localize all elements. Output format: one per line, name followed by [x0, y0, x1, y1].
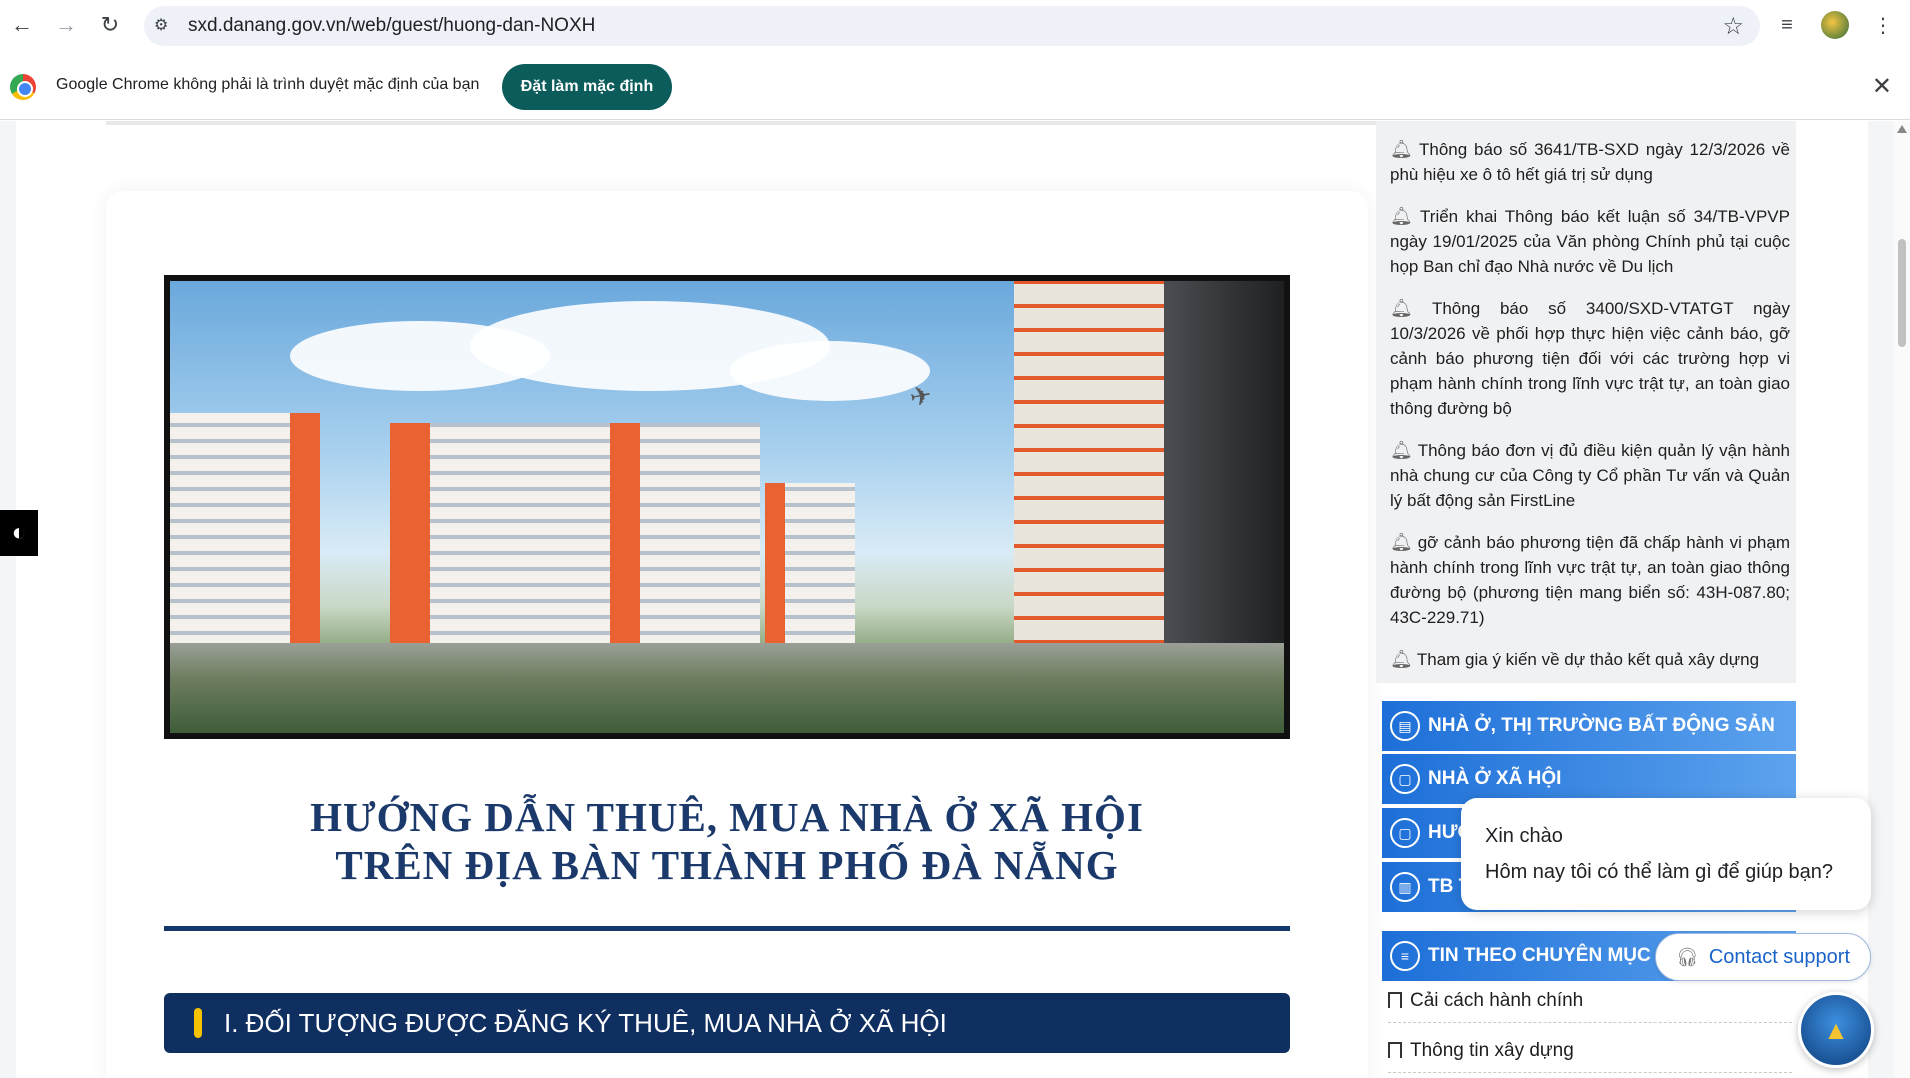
page-title: HƯỚNG DẪN THUÊ, MUA NHÀ Ở XÃ HỘI TRÊN ĐỊ…	[164, 793, 1290, 889]
bell-icon: 🔔︎	[1390, 206, 1417, 226]
chat-greeting-bubble[interactable]: Xin chào Hôm nay tôi có thể làm gì để gi…	[1461, 798, 1871, 910]
profile-avatar[interactable]	[1818, 8, 1852, 42]
set-default-button[interactable]: Đặt làm mặc định	[502, 64, 672, 110]
forward-icon: →	[55, 12, 77, 37]
notice-item[interactable]: 🔔︎ gỡ cảnh báo phương tiện đã chấp hành v…	[1390, 530, 1790, 630]
bookmark-icon	[1388, 992, 1402, 1008]
bell-icon: 🔔︎	[1390, 649, 1413, 669]
notice-list: 🔔︎ Thông báo số 3641/TB-SXD ngày 12/3/202…	[1390, 137, 1790, 683]
infobar-close-icon[interactable]: ✕	[1872, 72, 1892, 101]
hero-image-frame: ✈	[164, 275, 1290, 739]
back-button[interactable]: ←	[0, 3, 44, 47]
page-scrollbar[interactable]	[1894, 121, 1910, 1078]
folder-icon: ▢	[1390, 764, 1420, 794]
notice-item[interactable]: 🔔︎ Thông báo số 3641/TB-SXD ngày 12/3/202…	[1390, 137, 1790, 187]
infobar-message: Google Chrome không phải là trình duyệt …	[56, 76, 480, 93]
chatbot-logo-icon: ▲	[1823, 1014, 1849, 1045]
cloud	[730, 341, 930, 401]
bell-icon: 🔔︎	[1390, 440, 1414, 460]
building	[390, 423, 760, 663]
address-bar[interactable]: ⚙ sxd.danang.gov.vn/web/guest/huong-dan-…	[144, 6, 1760, 46]
url-text: sxd.danang.gov.vn/web/guest/huong-dan-NO…	[188, 15, 596, 36]
bookmark-star-icon[interactable]: ☆	[1722, 12, 1744, 41]
reload-icon: ↻	[100, 12, 120, 37]
airplane-icon: ✈	[907, 379, 935, 413]
notice-item[interactable]: 🔔︎ Thông báo đơn vị đủ điều kiện quản lý …	[1390, 438, 1790, 513]
bell-icon: 🔔︎	[1390, 298, 1428, 318]
notice-item[interactable]: 🔔︎ Tham gia ý kiến về dự thảo kết quả xây…	[1390, 647, 1790, 672]
notice-item[interactable]: 🔔︎ Thông báo số 3400/SXD-VTATGT ngày 10/3…	[1390, 296, 1790, 421]
chrome-logo-icon	[10, 74, 36, 100]
list-icon: ≡	[1390, 941, 1420, 971]
section-header: I. ĐỐI TƯỢNG ĐƯỢC ĐĂNG KÝ THUÊ, MUA NHÀ …	[164, 993, 1290, 1053]
browser-toolbar: ← → ↻ ⚙ sxd.danang.gov.vn/web/guest/huon…	[0, 0, 1910, 50]
scroll-up-arrow-icon[interactable]	[1897, 125, 1907, 133]
building	[1014, 281, 1164, 688]
bookmark-icon	[1388, 1042, 1402, 1058]
contact-support-button[interactable]: 🎧︎ Contact support	[1655, 933, 1871, 981]
reading-list-icon[interactable]: ≡	[1770, 8, 1804, 42]
building	[170, 413, 320, 663]
contrast-toggle-icon[interactable]: ◐	[0, 510, 38, 556]
chat-greeting: Xin chào	[1485, 825, 1563, 847]
bell-icon: 🔔︎	[1390, 139, 1415, 159]
folder-icon: ▢	[1390, 818, 1420, 848]
chatbot-launcher[interactable]: ▲	[1798, 992, 1874, 1068]
section-title: I. ĐỐI TƯỢNG ĐƯỢC ĐĂNG KÝ THUÊ, MUA NHÀ …	[224, 1007, 947, 1038]
category-link[interactable]: Cải cách hành chính	[1388, 990, 1792, 1023]
menu-social-housing[interactable]: ▢ NHÀ Ở XÃ HỘI	[1382, 754, 1796, 804]
back-icon: ←	[11, 12, 33, 37]
title-line-2: TRÊN ĐỊA BÀN THÀNH PHỐ ĐÀ NẴNG	[335, 842, 1119, 888]
bell-icon: 🔔︎	[1390, 532, 1414, 552]
chrome-menu-icon[interactable]: ⋮	[1866, 8, 1900, 42]
avatar	[1821, 11, 1849, 39]
category-link[interactable]: Thông tin xây dựng	[1388, 1040, 1792, 1073]
title-divider	[164, 926, 1290, 931]
title-line-1: HƯỚNG DẪN THUÊ, MUA NHÀ Ở XÃ HỘI	[310, 794, 1144, 840]
toolbar-actions: ≡ ⋮	[1770, 0, 1910, 50]
social-housing-illustration: ✈	[170, 281, 1284, 733]
default-browser-infobar: Google Chrome không phải là trình duyệt …	[0, 52, 1910, 120]
forward-button[interactable]: →	[44, 3, 88, 47]
chat-question: Hôm nay tôi có thể làm gì để giúp bạn?	[1485, 861, 1833, 883]
plaza	[170, 643, 1284, 733]
menu-real-estate[interactable]: ▤ NHÀ Ở, THỊ TRƯỜNG BẤT ĐỘNG SẢN	[1382, 701, 1796, 751]
notice-panel: 🔔︎ Thông báo số 3641/TB-SXD ngày 12/3/202…	[1376, 121, 1796, 683]
site-info-icon[interactable]: ⚙	[154, 15, 178, 37]
headset-icon: 🎧︎	[1675, 946, 1699, 967]
document-icon: ▤	[1390, 711, 1420, 741]
section-accent	[194, 1008, 202, 1038]
divider	[106, 121, 1376, 125]
scroll-thumb[interactable]	[1898, 239, 1906, 347]
list-icon: ▥	[1390, 872, 1420, 902]
notice-item[interactable]: 🔔︎ Triển khai Thông báo kết luận số 34/TB…	[1390, 204, 1790, 279]
building	[765, 483, 855, 663]
contact-support-label: Contact support	[1708, 945, 1851, 968]
reload-button[interactable]: ↻	[88, 3, 132, 47]
